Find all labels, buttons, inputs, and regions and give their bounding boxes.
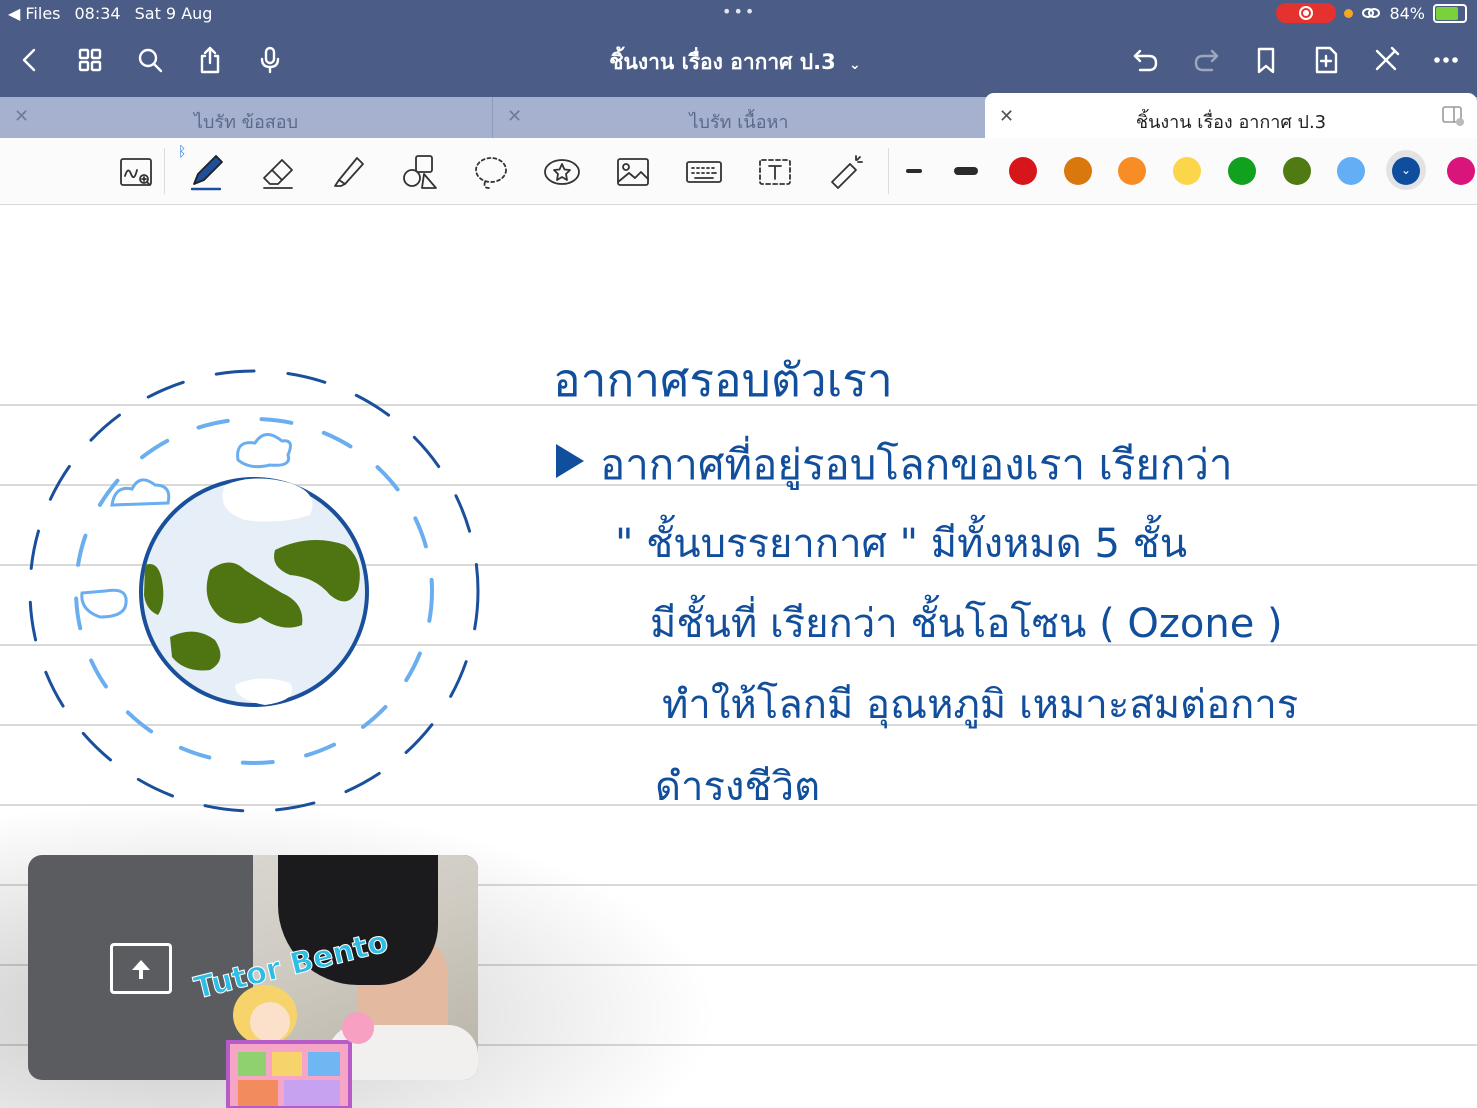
note-line-4: ทำให้โลกมี อุณหภูมิ เหมาะสมต่อการ xyxy=(662,682,1299,728)
battery-percent: 84% xyxy=(1389,3,1425,23)
multitask-dots-icon[interactable]: ••• xyxy=(722,2,756,21)
pen-off-icon xyxy=(1375,46,1400,71)
drawing-toolbar: ᛒ ⌄ xyxy=(0,138,1477,205)
color-swatch[interactable] xyxy=(1064,157,1092,185)
keyboard-tool[interactable] xyxy=(682,150,726,194)
search-icon xyxy=(138,48,163,73)
shapes-icon xyxy=(403,155,437,189)
tools-collapse-button[interactable] xyxy=(1366,40,1406,80)
mic-in-use-indicator xyxy=(1344,8,1354,18)
sticker-icon xyxy=(544,159,580,185)
color-swatch[interactable] xyxy=(1447,157,1475,185)
zoom-window-icon xyxy=(120,158,152,186)
clock: 08:34 xyxy=(74,4,121,23)
add-page-button[interactable] xyxy=(1306,40,1346,80)
split-view-icon[interactable] xyxy=(1441,105,1465,127)
thumbnails-button[interactable] xyxy=(70,40,110,80)
chevron-down-icon: ⌄ xyxy=(1400,163,1412,177)
document-title-dropdown[interactable]: ชิ้นงาน เรื่อง อากาศ ป.3 ⌄ xyxy=(560,46,910,79)
tab-1[interactable]: ✕ ไบรัท ข้อสอบ xyxy=(0,97,493,138)
highlighter-icon xyxy=(334,157,364,187)
share-screen-button[interactable] xyxy=(110,943,172,994)
color-swatch[interactable] xyxy=(1228,157,1256,185)
microphone-button[interactable] xyxy=(250,40,290,80)
document-title: ชิ้นงาน เรื่อง อากาศ ป.3 xyxy=(609,50,836,74)
lasso-icon xyxy=(475,157,507,189)
share-icon xyxy=(200,46,220,74)
bookmark-button[interactable] xyxy=(1246,40,1286,80)
bookmark-icon xyxy=(1257,47,1275,74)
status-bar: ◀ Files 08:34 Sat 9 Aug ••• 84% xyxy=(0,0,1477,28)
logo-text: Tutor Bento xyxy=(191,930,390,1006)
tab-label: ไบรัท เนื้อหา xyxy=(689,112,789,133)
earth-atmosphere-drawing xyxy=(28,369,480,813)
lasso-tool[interactable] xyxy=(469,150,513,194)
back-to-app-link[interactable]: ◀ Files xyxy=(8,4,61,23)
bluetooth-icon: ᛒ xyxy=(178,144,187,160)
tab-bar: ✕ ไบรัท ข้อสอบ ✕ ไบรัท เนื้อหา ✕ ชิ้นงาน… xyxy=(0,93,1477,138)
color-swatch[interactable] xyxy=(1118,157,1146,185)
upload-arrow-icon xyxy=(132,959,150,979)
date: Sat 9 Aug xyxy=(134,4,213,23)
back-button[interactable] xyxy=(10,40,50,80)
tutor-bento-logo: Tutor Bento xyxy=(190,930,390,1108)
image-icon xyxy=(617,158,649,186)
redo-icon xyxy=(1194,49,1219,72)
color-swatch[interactable] xyxy=(1283,157,1311,185)
tab-2[interactable]: ✕ ไบรัท เนื้อหา xyxy=(493,97,985,138)
keyboard-icon xyxy=(686,161,722,183)
chevron-left-icon xyxy=(22,48,36,72)
color-swatch[interactable] xyxy=(1009,157,1037,185)
back-app-label: Files xyxy=(25,4,61,23)
note-line-2: " ชั้นบรรยากาศ " มีทั้งหมด 5 ชั้น xyxy=(615,521,1188,567)
battery-icon xyxy=(1433,3,1467,23)
play-arrow-icon xyxy=(556,444,584,478)
laser-pointer-icon xyxy=(831,155,863,189)
color-swatch[interactable] xyxy=(1337,157,1365,185)
pen-icon xyxy=(190,155,223,191)
color-swatch[interactable]: ⌄ xyxy=(1392,157,1420,185)
eraser-tool[interactable] xyxy=(256,150,300,194)
add-page-icon xyxy=(1315,46,1338,74)
link-icon xyxy=(1362,8,1381,18)
microphone-icon xyxy=(260,46,280,74)
toolbar-divider xyxy=(888,148,889,194)
zoom-window-tool[interactable] xyxy=(114,150,158,194)
undo-icon xyxy=(1133,49,1158,72)
sticker-tool[interactable] xyxy=(540,150,584,194)
pen-tool[interactable]: ᛒ xyxy=(178,144,228,194)
ellipsis-icon xyxy=(1434,57,1458,63)
text-box-tool[interactable] xyxy=(753,150,797,194)
screen-recording-icon[interactable] xyxy=(1276,3,1337,23)
share-button[interactable] xyxy=(190,40,230,80)
image-tool[interactable] xyxy=(611,150,655,194)
shapes-tool[interactable] xyxy=(398,150,442,194)
tab-3-active[interactable]: ✕ ชิ้นงาน เรื่อง อากาศ ป.3 xyxy=(985,93,1477,138)
stroke-thick-option[interactable] xyxy=(954,167,978,175)
color-swatch[interactable] xyxy=(1173,157,1201,185)
note-title: อากาศรอบตัวเรา xyxy=(553,353,893,407)
note-line-1: อากาศที่อยู่รอบโลกของเรา เรียกว่า xyxy=(600,440,1233,489)
top-bar: ◀ Files 08:34 Sat 9 Aug ••• 84% ชิ้นงาน … xyxy=(0,0,1477,97)
text-box-icon xyxy=(759,159,791,185)
chevron-down-icon: ⌄ xyxy=(849,57,861,73)
eraser-icon xyxy=(263,159,293,189)
undo-button[interactable] xyxy=(1126,40,1166,80)
grid-icon xyxy=(78,48,102,72)
tab-label: ชิ้นงาน เรื่อง อากาศ ป.3 xyxy=(1135,112,1327,133)
search-button[interactable] xyxy=(130,40,170,80)
stroke-thin-option[interactable] xyxy=(906,169,922,173)
highlighter-tool[interactable] xyxy=(327,150,371,194)
tab-label: ไบรัท ข้อสอบ xyxy=(193,112,299,133)
laser-pointer-tool[interactable] xyxy=(824,150,868,194)
more-button[interactable] xyxy=(1426,40,1466,80)
toolbar-divider xyxy=(164,148,165,194)
note-line-3: มีชั้นที่ เรียกว่า ชั้นโอโซน ( Ozone ) xyxy=(650,601,1283,647)
redo-button[interactable] xyxy=(1186,40,1226,80)
